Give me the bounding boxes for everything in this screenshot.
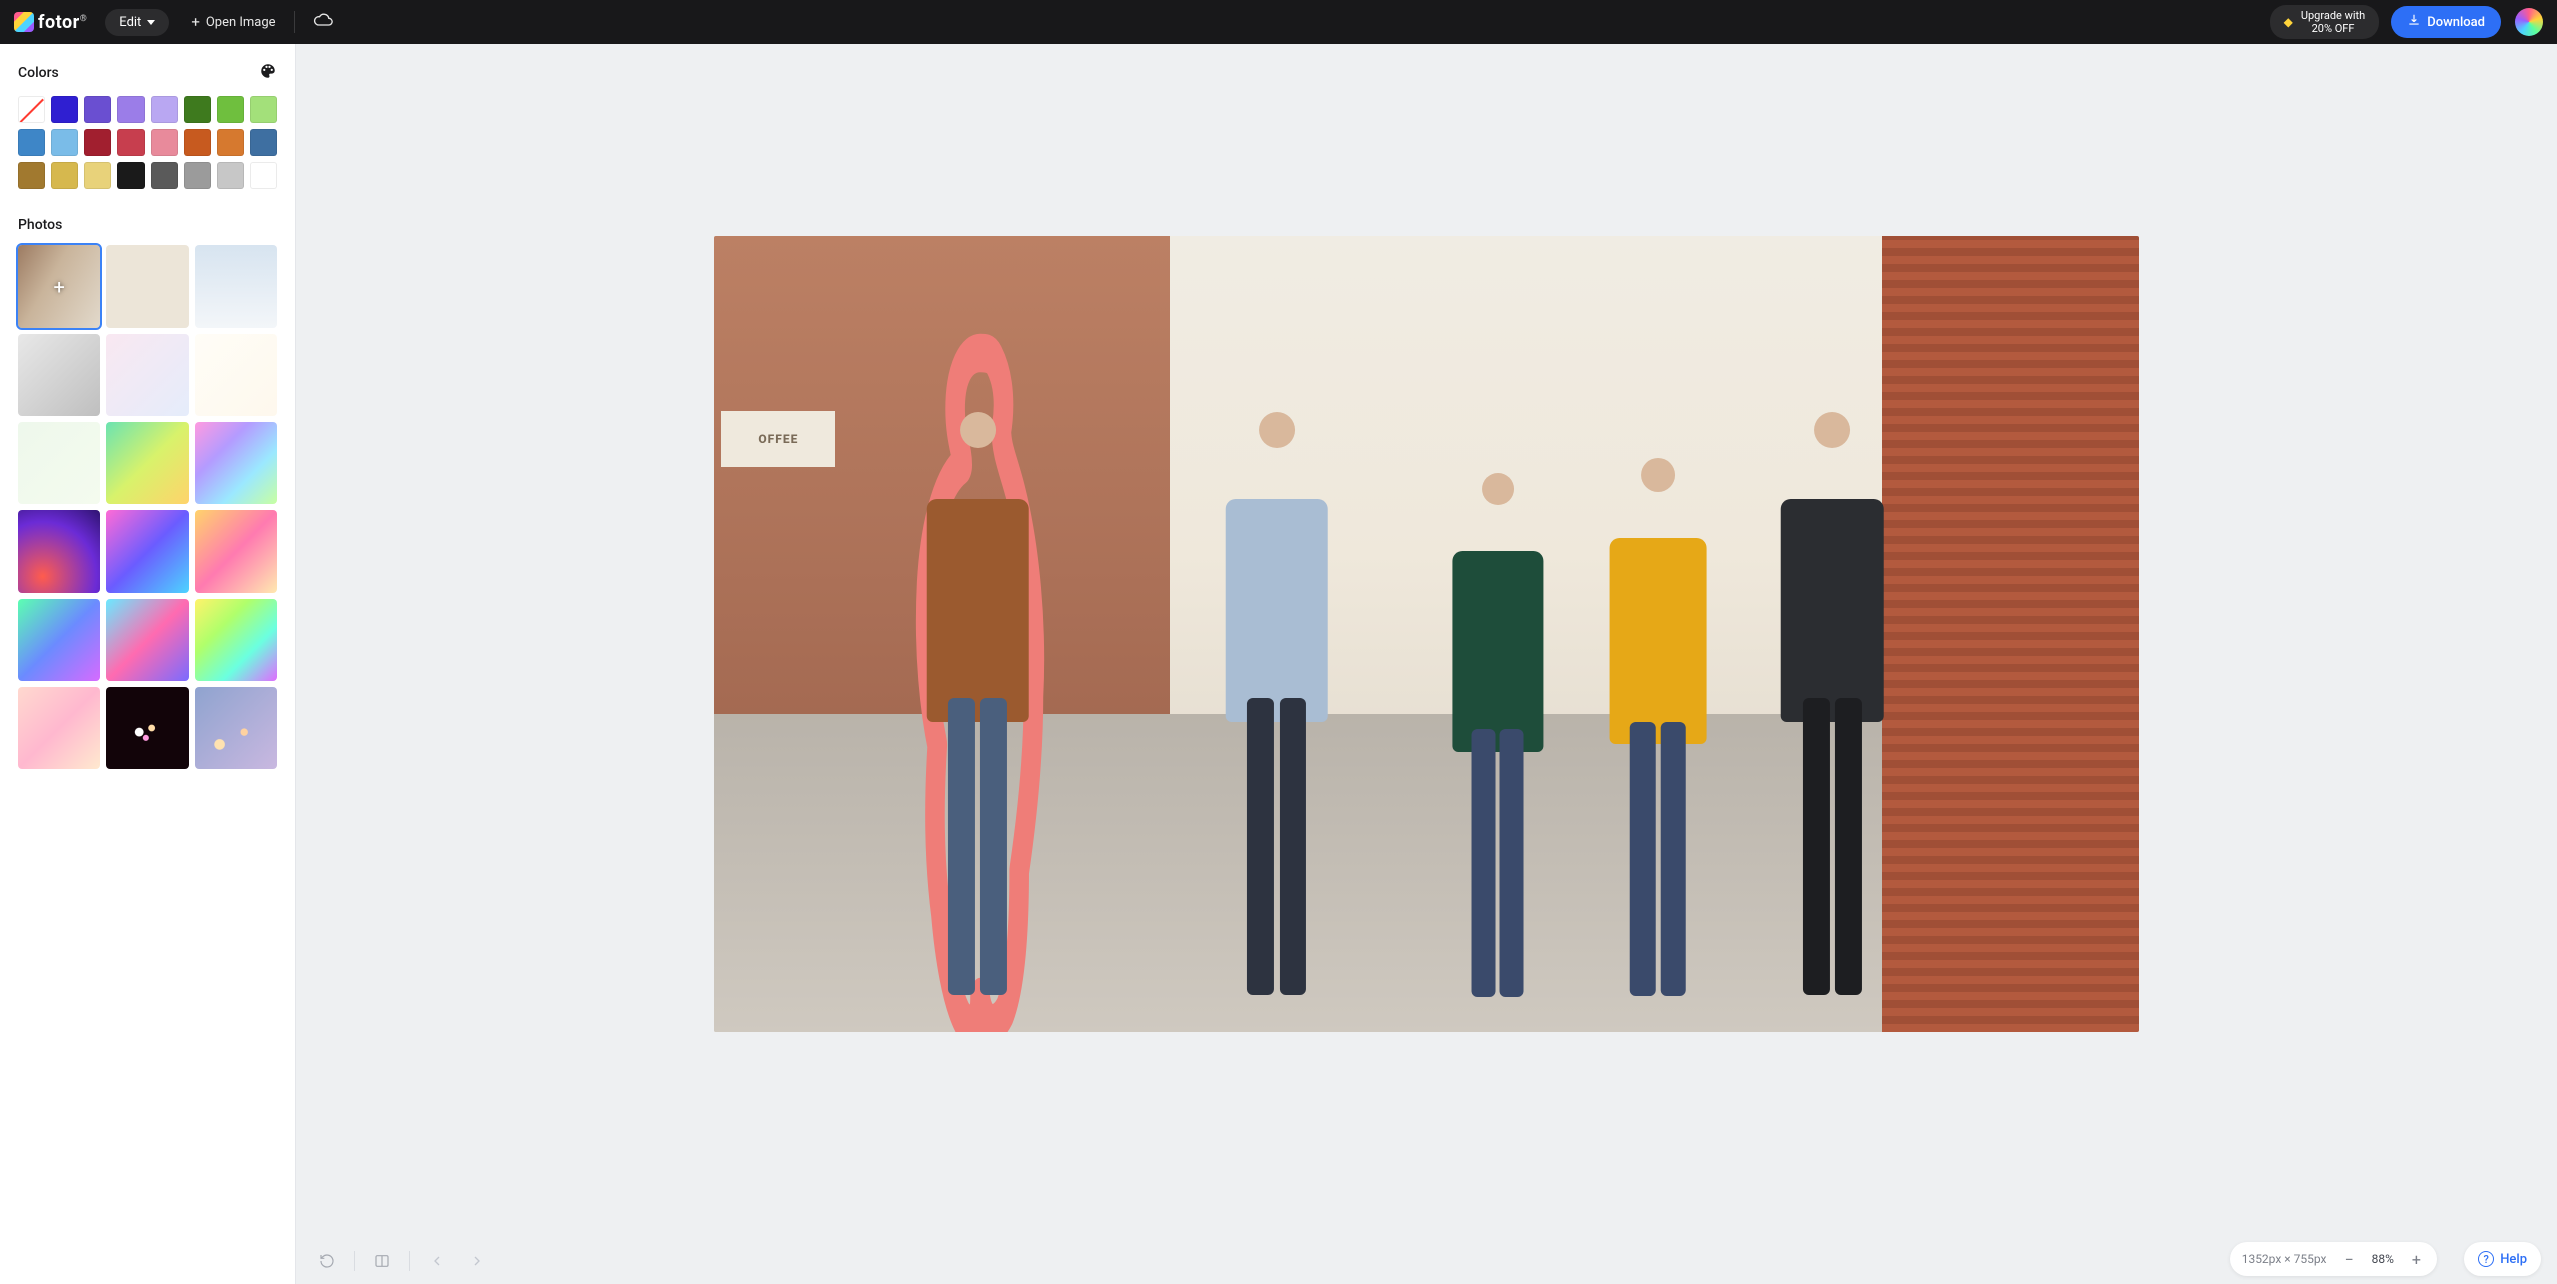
undo-button[interactable]: [424, 1248, 450, 1274]
photos-grid: [18, 245, 277, 769]
color-swatch-11[interactable]: [117, 129, 144, 156]
color-swatch-23[interactable]: [250, 162, 277, 189]
download-button[interactable]: Download: [2391, 6, 2501, 38]
color-swatch-15[interactable]: [250, 129, 277, 156]
photo-thumb-9[interactable]: [18, 510, 100, 592]
edit-label: Edit: [119, 15, 141, 30]
photo-thumb-0[interactable]: [18, 245, 100, 327]
color-swatch-9[interactable]: [51, 129, 78, 156]
arrow-left-icon: [429, 1253, 445, 1269]
color-swatch-5[interactable]: [184, 96, 211, 123]
upgrade-text: Upgrade with 20% OFF: [2301, 9, 2365, 35]
photo-thumb-7[interactable]: [106, 422, 188, 504]
upgrade-button[interactable]: ◆ Upgrade with 20% OFF: [2270, 5, 2380, 39]
palette-icon: [259, 62, 277, 80]
color-swatch-13[interactable]: [184, 129, 211, 156]
color-swatch-7[interactable]: [250, 96, 277, 123]
color-swatch-16[interactable]: [18, 162, 45, 189]
colors-header: Colors: [18, 62, 277, 84]
colors-title: Colors: [18, 65, 59, 81]
photo-thumb-5[interactable]: [195, 334, 277, 416]
open-image-button[interactable]: + Open Image: [191, 15, 275, 30]
download-icon: [2407, 13, 2421, 31]
color-swatch-2[interactable]: [84, 96, 111, 123]
diamond-icon: ◆: [2284, 15, 2293, 29]
color-swatch-21[interactable]: [184, 162, 211, 189]
photo-thumb-4[interactable]: [106, 334, 188, 416]
logo-icon: [14, 12, 34, 32]
color-swatch-4[interactable]: [151, 96, 178, 123]
zoom-level: 88%: [2372, 1252, 2394, 1266]
photo-thumb-17[interactable]: [195, 687, 277, 769]
photo-thumb-14[interactable]: [195, 599, 277, 681]
photo-thumb-2[interactable]: [195, 245, 277, 327]
color-swatch-14[interactable]: [217, 129, 244, 156]
help-button[interactable]: ? Help: [2464, 1242, 2541, 1276]
color-swatch-8[interactable]: [18, 129, 45, 156]
canvas-dimensions: 1352px × 755px: [2242, 1252, 2327, 1266]
color-swatch-17[interactable]: [51, 162, 78, 189]
photo-thumb-3[interactable]: [18, 334, 100, 416]
colors-grid: [18, 96, 277, 189]
edit-dropdown[interactable]: Edit: [105, 9, 169, 36]
photo-thumb-13[interactable]: [106, 599, 188, 681]
separator: [354, 1251, 355, 1271]
color-swatch-18[interactable]: [84, 162, 111, 189]
canvas-area[interactable]: OFFEE: [296, 44, 2557, 1284]
compare-button[interactable]: [369, 1248, 395, 1274]
download-label: Download: [2427, 15, 2485, 30]
photo-thumb-1[interactable]: [106, 245, 188, 327]
color-swatch-22[interactable]: [217, 162, 244, 189]
cloud-button[interactable]: [313, 10, 333, 34]
color-swatch-1[interactable]: [51, 96, 78, 123]
compare-icon: [374, 1253, 390, 1269]
chevron-down-icon: [147, 20, 155, 25]
color-swatch-10[interactable]: [84, 129, 111, 156]
color-swatch-0[interactable]: [18, 96, 45, 123]
open-image-label: Open Image: [206, 15, 276, 30]
cloud-icon: [313, 10, 333, 30]
photo-thumb-6[interactable]: [18, 422, 100, 504]
bottom-bar: [296, 1238, 2557, 1284]
scene-person-1: [914, 387, 1042, 1007]
redo-button[interactable]: [464, 1248, 490, 1274]
help-label: Help: [2500, 1252, 2527, 1267]
color-swatch-3[interactable]: [117, 96, 144, 123]
top-bar: fotor® Edit + Open Image ◆ Upgrade with …: [0, 0, 2557, 44]
scene-person-5: [1768, 387, 1896, 1007]
color-swatch-12[interactable]: [151, 129, 178, 156]
scene-person-4: [1597, 435, 1718, 1008]
scene-person-2: [1213, 387, 1341, 1007]
color-swatch-6[interactable]: [217, 96, 244, 123]
photos-title: Photos: [18, 217, 62, 233]
separator: [294, 11, 295, 33]
photo-thumb-8[interactable]: [195, 422, 277, 504]
photo-thumb-15[interactable]: [18, 687, 100, 769]
main: Colors Photos OFFEE: [0, 44, 2557, 1284]
plus-icon: +: [191, 15, 200, 30]
history-icon: [319, 1253, 335, 1269]
zoom-out-button[interactable]: −: [2340, 1250, 2357, 1269]
history-button[interactable]: [314, 1248, 340, 1274]
palette-button[interactable]: [259, 62, 277, 84]
photo-thumb-12[interactable]: [18, 599, 100, 681]
photo-thumb-11[interactable]: [195, 510, 277, 592]
zoom-in-button[interactable]: +: [2408, 1250, 2425, 1269]
color-swatch-19[interactable]: [117, 162, 144, 189]
canvas-image[interactable]: OFFEE: [714, 236, 2138, 1031]
photo-thumb-10[interactable]: [106, 510, 188, 592]
color-swatch-20[interactable]: [151, 162, 178, 189]
logo-text: fotor®: [38, 12, 87, 33]
photo-thumb-16[interactable]: [106, 687, 188, 769]
arrow-right-icon: [469, 1253, 485, 1269]
sidebar: Colors Photos: [0, 44, 296, 1284]
logo[interactable]: fotor®: [14, 12, 87, 33]
avatar[interactable]: [2515, 8, 2543, 36]
scene-person-3: [1441, 451, 1555, 1008]
separator: [409, 1251, 410, 1271]
photos-header: Photos: [18, 217, 277, 233]
zoom-control: 1352px × 755px − 88% +: [2230, 1242, 2437, 1276]
help-icon: ?: [2478, 1251, 2494, 1267]
scene-sign: OFFEE: [721, 411, 835, 467]
